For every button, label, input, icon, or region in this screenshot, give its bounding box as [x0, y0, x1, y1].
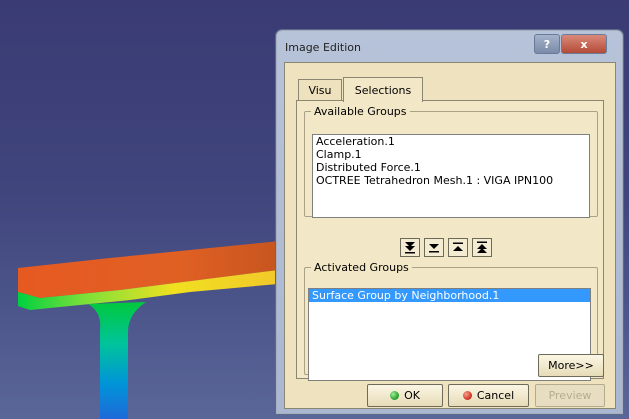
- selections-panel: Available Groups Acceleration.1 Clamp.1 …: [296, 100, 604, 381]
- move-all-down-button[interactable]: [400, 238, 420, 257]
- preview-button[interactable]: Preview: [535, 384, 605, 407]
- more-button[interactable]: More>>: [538, 354, 604, 377]
- move-all-down-icon: [405, 242, 415, 254]
- cancel-icon: [462, 391, 472, 400]
- move-down-icon: [429, 244, 439, 253]
- dialog-titlebar[interactable]: Image Edition ? x: [277, 31, 622, 61]
- close-button[interactable]: x: [561, 34, 607, 54]
- ok-label: OK: [404, 389, 420, 402]
- close-icon: x: [580, 37, 588, 51]
- available-groups-list[interactable]: Acceleration.1 Clamp.1 Distributed Force…: [312, 134, 590, 218]
- tab-label: Visu: [308, 83, 332, 97]
- ok-button[interactable]: OK: [367, 384, 443, 407]
- move-all-up-icon: [477, 241, 487, 253]
- preview-label: Preview: [548, 389, 592, 402]
- list-item-selected[interactable]: Surface Group by Neighborhood.1: [309, 289, 590, 302]
- move-up-icon: [453, 242, 463, 251]
- help-icon: ?: [543, 37, 551, 51]
- cancel-button[interactable]: Cancel: [448, 384, 529, 407]
- available-groups-frame: Available Groups Acceleration.1 Clamp.1 …: [304, 105, 598, 218]
- move-all-up-button[interactable]: [472, 238, 492, 257]
- ok-icon: [390, 391, 400, 400]
- dialog-title: Image Edition: [285, 41, 362, 54]
- list-item[interactable]: Distributed Force.1: [313, 161, 589, 174]
- available-groups-label: Available Groups: [314, 105, 407, 118]
- image-edition-dialog: Image Edition ? x Visu Selections Availa…: [276, 30, 623, 414]
- activated-groups-label: Activated Groups: [314, 261, 409, 274]
- move-up-button[interactable]: [448, 238, 468, 257]
- transfer-buttons: [400, 238, 496, 257]
- move-down-button[interactable]: [424, 238, 444, 257]
- list-item[interactable]: Clamp.1: [313, 148, 589, 161]
- list-item[interactable]: Acceleration.1: [313, 135, 589, 148]
- tab-selections[interactable]: Selections: [343, 77, 423, 102]
- help-button[interactable]: ?: [534, 34, 560, 54]
- more-label: More>>: [548, 359, 594, 372]
- dialog-body: Visu Selections Available Groups Acceler…: [284, 62, 616, 409]
- tab-visu[interactable]: Visu: [298, 79, 342, 100]
- tab-label: Selections: [354, 83, 412, 97]
- cancel-label: Cancel: [476, 389, 515, 402]
- list-item[interactable]: OCTREE Tetrahedron Mesh.1 : VIGA IPN100: [313, 174, 589, 187]
